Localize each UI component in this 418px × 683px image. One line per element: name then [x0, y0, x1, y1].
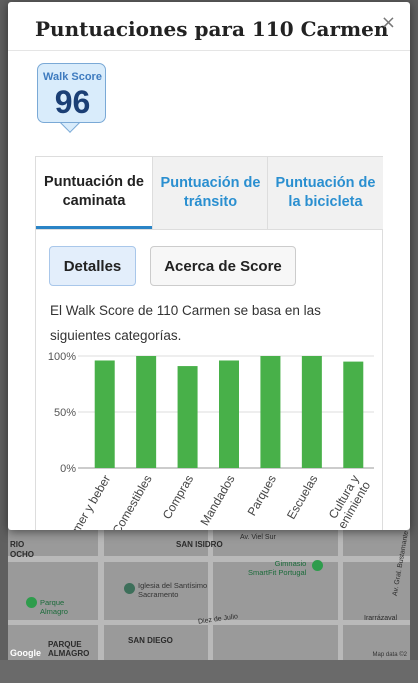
chart-bar — [301, 356, 322, 468]
map-label: Av. Gral. Bustamante — [391, 530, 410, 597]
map-label: SAN ISIDRO — [176, 540, 223, 549]
score-description: El Walk Score de 110 Carmen se basa en l… — [50, 303, 321, 343]
map-pin-icon[interactable] — [26, 597, 37, 608]
modal-title: Puntuaciones para 110 Carmen — [35, 17, 389, 41]
map-poi[interactable]: Iglesia del Santísimo Sacramento — [138, 581, 207, 599]
chart-bar — [94, 360, 115, 468]
details-button[interactable]: Detalles — [49, 246, 136, 286]
google-logo: Google — [10, 648, 41, 658]
map-label: Av. Viel Sur — [240, 534, 276, 541]
map-road — [338, 520, 343, 660]
chart-ytick-label: 50% — [54, 407, 76, 419]
map-background[interactable]: RIO OCHO SAN ISIDRO PARQUE ALMAGRO SAN D… — [8, 520, 410, 660]
tab-transit-score[interactable]: Puntuación de tránsito — [152, 157, 268, 229]
map-label: Irarrázaval — [364, 615, 398, 622]
chart-bar — [136, 356, 157, 468]
chart-category-label: Comestibles — [110, 473, 155, 531]
map-label: PARQUE — [48, 640, 82, 649]
tab-bike-score[interactable]: Puntuación de la bicicleta — [267, 157, 383, 229]
chart-category-label: Escuelas — [284, 473, 320, 522]
map-label: SAN DIEGO — [128, 636, 173, 645]
chart-category-label: Mandados — [197, 473, 237, 529]
score-tabs: Puntuación de caminata Puntuación de trá… — [35, 156, 383, 230]
chart-bar — [219, 360, 239, 468]
badge-score: 96 — [54, 84, 91, 120]
tab-walk-score[interactable]: Puntuación de caminata — [36, 157, 152, 229]
bottom-strip — [0, 660, 418, 683]
chart-ytick-label: 100% — [48, 351, 76, 363]
chart-bar — [343, 361, 364, 468]
header-divider — [8, 50, 410, 51]
tab-panel: Detalles Acerca de Score El Walk Score d… — [35, 230, 383, 530]
category-bar-chart: 100% 50% 0%mer y beberComestibles Compras Ma… — [48, 351, 374, 531]
scores-modal: Puntuaciones para 110 Carmen × Walk Scor… — [8, 2, 410, 530]
map-poi[interactable]: Parque Almagro — [40, 598, 68, 616]
map-label: ALMAGRO — [48, 649, 90, 658]
map-credit[interactable]: Map data ©2 — [373, 652, 407, 658]
badge-label: Walk Score — [43, 71, 102, 83]
map-pin-icon[interactable] — [124, 583, 135, 594]
chart-bar — [260, 356, 281, 468]
about-score-button[interactable]: Acerca de Score — [150, 246, 296, 286]
chart-ytick-label: 0% — [60, 463, 76, 475]
walk-score-badge: Walk Score 96 — [37, 63, 106, 123]
map-road — [98, 520, 104, 660]
chart-bar — [177, 366, 198, 468]
chart-category-label: mer y beber — [69, 473, 113, 531]
chart-category-label: Compras — [160, 473, 196, 522]
map-label: RIO — [10, 540, 25, 549]
map-label: OCHO — [10, 550, 34, 559]
close-icon[interactable]: × — [381, 12, 396, 33]
chart-category-label: Cultura yenimiento — [324, 472, 374, 530]
map-pin-icon[interactable] — [312, 560, 323, 571]
map-poi[interactable]: Gimnasio SmartFit Portugal — [248, 559, 306, 577]
chart-category-label: Parques — [245, 473, 279, 519]
